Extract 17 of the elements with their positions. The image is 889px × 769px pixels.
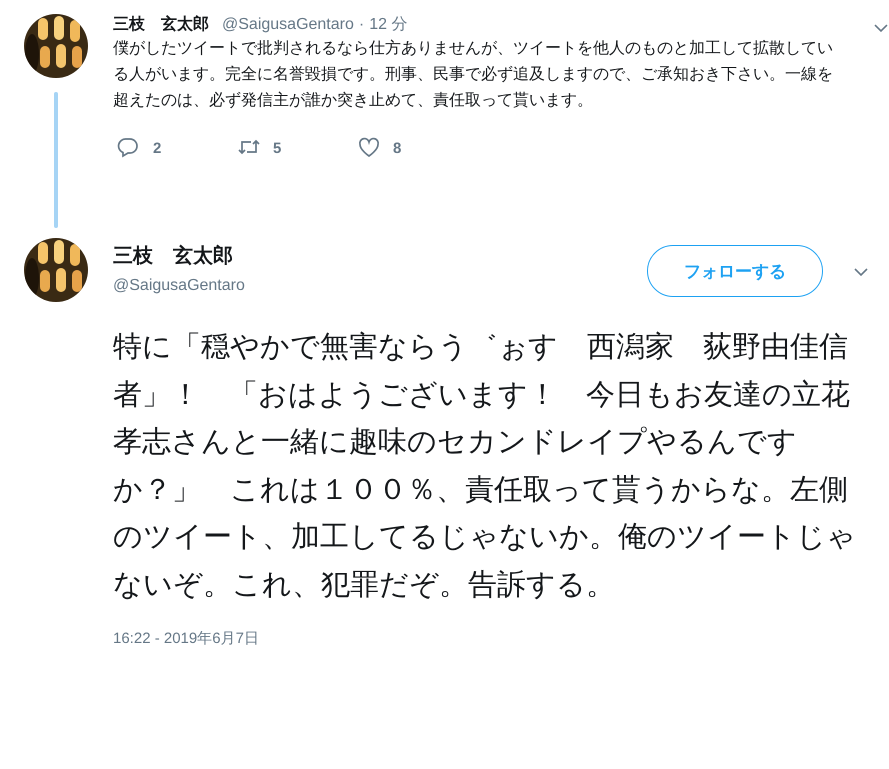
- chevron-down-icon[interactable]: [873, 22, 889, 34]
- heart-icon[interactable]: [357, 136, 381, 160]
- timestamp[interactable]: 16:22 - 2019年6月7日: [113, 629, 889, 648]
- follow-button[interactable]: フォローする: [647, 245, 823, 297]
- handle[interactable]: @SaigusaGentaro: [222, 16, 354, 34]
- timestamp[interactable]: 12 分: [369, 14, 408, 35]
- display-name[interactable]: 三枝 玄太郎: [113, 242, 647, 269]
- separator: ·: [358, 16, 364, 34]
- tweet-text: 僕がしたツイートで批判されるなら仕方ありませんが、ツイートを他人のものと加工して拡散している人がいます。完全に名誉毀損です。刑事、民事で必ず追及しますので、ご承知おき下さい。一線を超えたのは、必ず発信主が誰か突き止めて、責任取って貰います。: [113, 38, 834, 111]
- speech-bubble-icon[interactable]: [117, 136, 141, 160]
- action-count: 5: [273, 140, 282, 156]
- display-name[interactable]: 三枝 玄太郎: [113, 14, 209, 35]
- chevron-down-icon[interactable]: [853, 266, 869, 278]
- action-count: 2: [153, 140, 162, 156]
- tweet-text: 特に「穏やかで無害ならう゛ぉす 西潟家 荻野由佳信者」！ 「おはようございます！ 今日もお友達の立花孝志さんと一緒に趣味のセカンドレイプやるんですか？」 これは１００％、責任取って貰うからな。左側のツイート、加工してるじゃないか。俺のツイートじゃないぞ。これ、犯罪だぞ。告訴する。: [113, 330, 857, 602]
- action-count: 8: [393, 140, 402, 156]
- handle[interactable]: @SaigusaGentaro: [113, 277, 647, 295]
